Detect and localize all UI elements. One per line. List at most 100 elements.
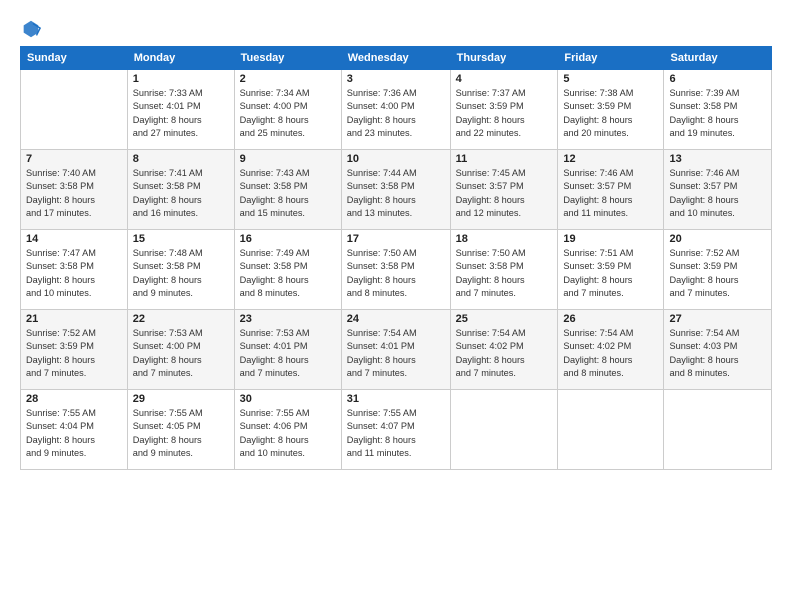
day-number: 8 — [133, 153, 229, 165]
calendar-cell: 28Sunrise: 7:55 AM Sunset: 4:04 PM Dayli… — [21, 390, 128, 470]
calendar-cell — [664, 390, 772, 470]
day-info: Sunrise: 7:50 AM Sunset: 3:58 PM Dayligh… — [456, 247, 553, 300]
day-info: Sunrise: 7:54 AM Sunset: 4:01 PM Dayligh… — [347, 327, 445, 380]
day-info: Sunrise: 7:47 AM Sunset: 3:58 PM Dayligh… — [26, 247, 122, 300]
weekday-header-wednesday: Wednesday — [341, 47, 450, 70]
day-number: 23 — [240, 313, 336, 325]
calendar-cell: 30Sunrise: 7:55 AM Sunset: 4:06 PM Dayli… — [234, 390, 341, 470]
week-row-1: 1 Sunrise: 7:33 AM Sunset: 4:01 PM Daylig… — [21, 70, 772, 150]
calendar-cell: 21 Sunrise: 7:52 AM Sunset: 3:59 PM Dayli… — [21, 310, 128, 390]
day-number: 21 — [26, 313, 122, 325]
calendar-cell: 6 Sunrise: 7:39 AM Sunset: 3:58 PM Daylig… — [664, 70, 772, 150]
day-number: 13 — [669, 153, 766, 165]
calendar-cell — [450, 390, 558, 470]
day-number: 27 — [669, 313, 766, 325]
calendar-cell: 19Sunrise: 7:51 AM Sunset: 3:59 PM Dayli… — [558, 230, 664, 310]
calendar-cell: 22 Sunrise: 7:53 AM Sunset: 4:00 PM Dayli… — [127, 310, 234, 390]
calendar-cell — [558, 390, 664, 470]
day-info: Sunrise: 7:50 AM Sunset: 3:58 PM Dayligh… — [347, 247, 445, 300]
day-info: Sunrise: 7:54 AM Sunset: 4:02 PM Dayligh… — [563, 327, 658, 380]
calendar-table: SundayMondayTuesdayWednesdayThursdayFrid… — [20, 46, 772, 470]
day-info: Sunrise: 7:46 AM Sunset: 3:57 PM Dayligh… — [669, 167, 766, 220]
calendar-cell: 18Sunrise: 7:50 AM Sunset: 3:58 PM Dayli… — [450, 230, 558, 310]
calendar-cell: 26 Sunrise: 7:54 AM Sunset: 4:02 PM Dayli… — [558, 310, 664, 390]
day-number: 4 — [456, 73, 553, 85]
weekday-header-saturday: Saturday — [664, 47, 772, 70]
logo — [20, 18, 46, 40]
day-number: 7 — [26, 153, 122, 165]
day-number: 6 — [669, 73, 766, 85]
day-info: Sunrise: 7:37 AM Sunset: 3:59 PM Dayligh… — [456, 87, 553, 140]
calendar-cell: 12Sunrise: 7:46 AM Sunset: 3:57 PM Dayli… — [558, 150, 664, 230]
day-number: 24 — [347, 313, 445, 325]
day-number: 2 — [240, 73, 336, 85]
calendar-cell: 15 Sunrise: 7:48 AM Sunset: 3:58 PM Dayli… — [127, 230, 234, 310]
calendar-cell: 13 Sunrise: 7:46 AM Sunset: 3:57 PM Dayli… — [664, 150, 772, 230]
day-number: 25 — [456, 313, 553, 325]
day-info: Sunrise: 7:52 AM Sunset: 3:59 PM Dayligh… — [26, 327, 122, 380]
day-info: Sunrise: 7:53 AM Sunset: 4:01 PM Dayligh… — [240, 327, 336, 380]
day-info: Sunrise: 7:43 AM Sunset: 3:58 PM Dayligh… — [240, 167, 336, 220]
day-number: 10 — [347, 153, 445, 165]
calendar-cell: 23 Sunrise: 7:53 AM Sunset: 4:01 PM Dayli… — [234, 310, 341, 390]
day-info: Sunrise: 7:41 AM Sunset: 3:58 PM Dayligh… — [133, 167, 229, 220]
weekday-header-sunday: Sunday — [21, 47, 128, 70]
calendar-cell: 17 Sunrise: 7:50 AM Sunset: 3:58 PM Dayli… — [341, 230, 450, 310]
weekday-header-row: SundayMondayTuesdayWednesdayThursdayFrid… — [21, 47, 772, 70]
calendar-cell: 20 Sunrise: 7:52 AM Sunset: 3:59 PM Dayli… — [664, 230, 772, 310]
calendar-cell: 14 Sunrise: 7:47 AM Sunset: 3:58 PM Dayli… — [21, 230, 128, 310]
day-info: Sunrise: 7:52 AM Sunset: 3:59 PM Dayligh… — [669, 247, 766, 300]
weekday-header-friday: Friday — [558, 47, 664, 70]
day-info: Sunrise: 7:53 AM Sunset: 4:00 PM Dayligh… — [133, 327, 229, 380]
day-number: 29 — [133, 393, 229, 405]
day-info: Sunrise: 7:45 AM Sunset: 3:57 PM Dayligh… — [456, 167, 553, 220]
day-number: 9 — [240, 153, 336, 165]
day-info: Sunrise: 7:46 AM Sunset: 3:57 PM Dayligh… — [563, 167, 658, 220]
day-number: 26 — [563, 313, 658, 325]
calendar-cell: 10Sunrise: 7:44 AM Sunset: 3:58 PM Dayli… — [341, 150, 450, 230]
week-row-5: 28Sunrise: 7:55 AM Sunset: 4:04 PM Dayli… — [21, 390, 772, 470]
day-number: 14 — [26, 233, 122, 245]
calendar-cell: 1 Sunrise: 7:33 AM Sunset: 4:01 PM Daylig… — [127, 70, 234, 150]
day-number: 28 — [26, 393, 122, 405]
calendar-cell — [21, 70, 128, 150]
day-number: 22 — [133, 313, 229, 325]
calendar-cell: 4 Sunrise: 7:37 AM Sunset: 3:59 PM Daylig… — [450, 70, 558, 150]
day-info: Sunrise: 7:48 AM Sunset: 3:58 PM Dayligh… — [133, 247, 229, 300]
calendar-cell: 29Sunrise: 7:55 AM Sunset: 4:05 PM Dayli… — [127, 390, 234, 470]
day-info: Sunrise: 7:55 AM Sunset: 4:07 PM Dayligh… — [347, 407, 445, 460]
calendar-cell: 9 Sunrise: 7:43 AM Sunset: 3:58 PM Daylig… — [234, 150, 341, 230]
day-info: Sunrise: 7:39 AM Sunset: 3:58 PM Dayligh… — [669, 87, 766, 140]
calendar-cell: 24 Sunrise: 7:54 AM Sunset: 4:01 PM Dayli… — [341, 310, 450, 390]
day-number: 20 — [669, 233, 766, 245]
day-number: 31 — [347, 393, 445, 405]
week-row-2: 7 Sunrise: 7:40 AM Sunset: 3:58 PM Daylig… — [21, 150, 772, 230]
day-info: Sunrise: 7:54 AM Sunset: 4:02 PM Dayligh… — [456, 327, 553, 380]
day-info: Sunrise: 7:51 AM Sunset: 3:59 PM Dayligh… — [563, 247, 658, 300]
day-info: Sunrise: 7:33 AM Sunset: 4:01 PM Dayligh… — [133, 87, 229, 140]
day-number: 11 — [456, 153, 553, 165]
weekday-header-monday: Monday — [127, 47, 234, 70]
header — [20, 18, 772, 40]
calendar-cell: 5Sunrise: 7:38 AM Sunset: 3:59 PM Daylig… — [558, 70, 664, 150]
weekday-header-tuesday: Tuesday — [234, 47, 341, 70]
day-number: 17 — [347, 233, 445, 245]
day-info: Sunrise: 7:40 AM Sunset: 3:58 PM Dayligh… — [26, 167, 122, 220]
day-number: 5 — [563, 73, 658, 85]
week-row-4: 21 Sunrise: 7:52 AM Sunset: 3:59 PM Dayli… — [21, 310, 772, 390]
calendar-cell: 7 Sunrise: 7:40 AM Sunset: 3:58 PM Daylig… — [21, 150, 128, 230]
calendar-cell: 27 Sunrise: 7:54 AM Sunset: 4:03 PM Dayli… — [664, 310, 772, 390]
weekday-header-thursday: Thursday — [450, 47, 558, 70]
logo-icon — [20, 18, 42, 40]
calendar-cell: 25 Sunrise: 7:54 AM Sunset: 4:02 PM Dayli… — [450, 310, 558, 390]
calendar-cell: 11 Sunrise: 7:45 AM Sunset: 3:57 PM Dayli… — [450, 150, 558, 230]
day-info: Sunrise: 7:34 AM Sunset: 4:00 PM Dayligh… — [240, 87, 336, 140]
day-number: 1 — [133, 73, 229, 85]
day-info: Sunrise: 7:49 AM Sunset: 3:58 PM Dayligh… — [240, 247, 336, 300]
week-row-3: 14 Sunrise: 7:47 AM Sunset: 3:58 PM Dayli… — [21, 230, 772, 310]
day-number: 15 — [133, 233, 229, 245]
calendar-cell: 8 Sunrise: 7:41 AM Sunset: 3:58 PM Daylig… — [127, 150, 234, 230]
day-info: Sunrise: 7:54 AM Sunset: 4:03 PM Dayligh… — [669, 327, 766, 380]
day-info: Sunrise: 7:55 AM Sunset: 4:06 PM Dayligh… — [240, 407, 336, 460]
calendar-cell: 2 Sunrise: 7:34 AM Sunset: 4:00 PM Daylig… — [234, 70, 341, 150]
